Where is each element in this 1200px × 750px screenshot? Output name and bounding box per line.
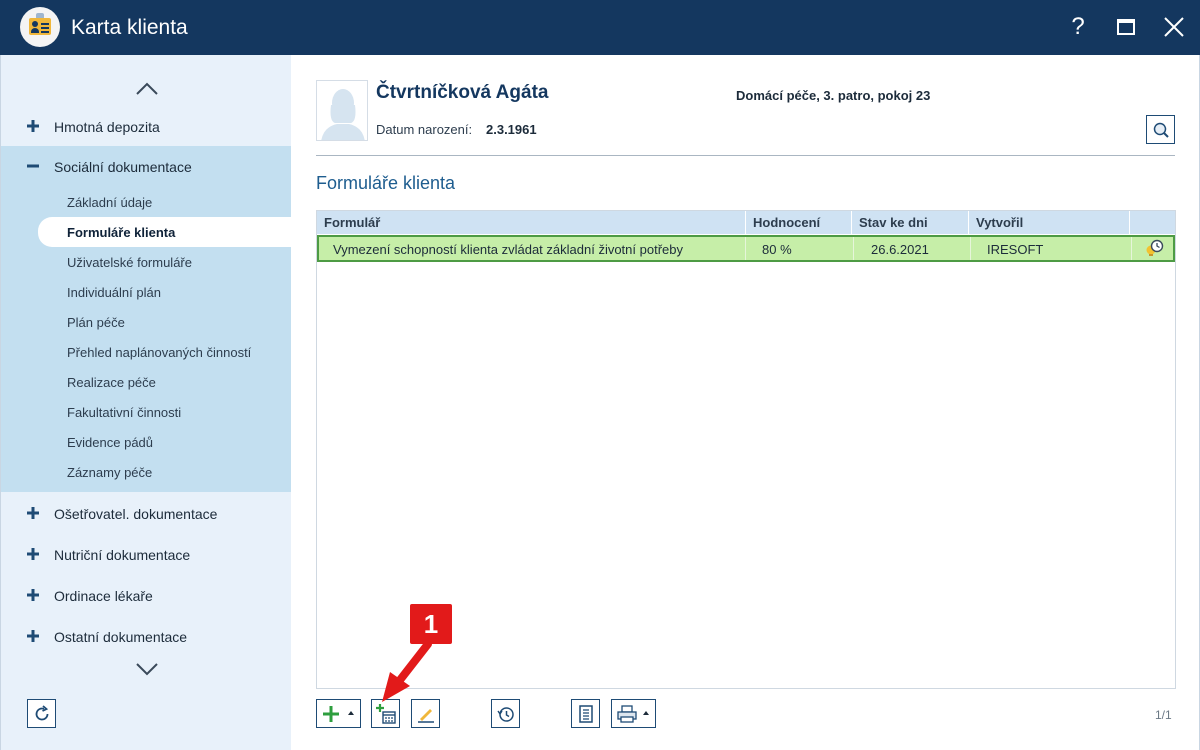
sidebar-item-label: Formuláře klienta: [67, 225, 176, 240]
column-header-stav-ke-dni[interactable]: Stav ke dni: [852, 211, 969, 234]
sidebar: Hmotná depozita Sociální dokumentace Zák…: [0, 55, 292, 750]
cell-form: Vymezení schopností klienta zvládat zákl…: [319, 237, 746, 260]
add-button[interactable]: [316, 699, 361, 728]
cell-rating: 80 %: [746, 237, 854, 260]
sidebar-item-individualni-plan[interactable]: Individuální plán: [1, 277, 292, 307]
history-button[interactable]: [491, 699, 520, 728]
scroll-down-button[interactable]: [134, 659, 160, 679]
title-bar: Karta klienta ?: [0, 0, 1200, 55]
refresh-button[interactable]: [27, 699, 56, 728]
sidebar-section-ostatni-dokumentace[interactable]: Ostatní dokumentace: [1, 616, 292, 656]
sidebar-item-label: Uživatelské formuláře: [67, 255, 192, 270]
callout-number: 1: [410, 604, 452, 644]
history-clock-icon: [496, 706, 514, 722]
table-row[interactable]: Vymezení schopností klienta zvládat zákl…: [317, 235, 1175, 262]
client-location: Domácí péče, 3. patro, pokoj 23: [736, 88, 931, 103]
plus-icon: [27, 630, 39, 642]
sidebar-section-label: Ostatní dokumentace: [54, 629, 188, 645]
client-photo: [316, 80, 368, 141]
sidebar-section-ordinace-lekare[interactable]: Ordinace lékaře: [1, 575, 292, 615]
document-icon: [578, 704, 593, 723]
sidebar-section-hmotna-depozita[interactable]: Hmotná depozita: [1, 106, 292, 146]
person-silhouette-icon: [321, 89, 365, 140]
window-title: Karta klienta: [71, 16, 188, 39]
sidebar-item-label: Plán péče: [67, 315, 125, 330]
section-title: Formuláře klienta: [316, 173, 456, 193]
maximize-icon: [1117, 19, 1135, 35]
column-header-formular[interactable]: Formulář: [317, 211, 746, 234]
sidebar-item-label: Záznamy péče: [67, 465, 153, 480]
plus-icon: [27, 548, 39, 560]
sidebar-item-label: Základní údaje: [67, 195, 153, 210]
sidebar-item-evidence-padu[interactable]: Evidence pádů: [1, 427, 292, 457]
scroll-up-button[interactable]: [134, 79, 160, 99]
plus-icon: [27, 507, 39, 519]
sidebar-item-realizace-pece[interactable]: Realizace péče: [1, 367, 292, 397]
history-lightbulb-icon[interactable]: [1144, 239, 1164, 257]
chevron-down-icon: [136, 663, 158, 676]
sidebar-section-label: Ošetřovatel. dokumentace: [54, 506, 218, 522]
plus-icon: [27, 120, 39, 132]
sidebar-subpanel: Základní údaje Formuláře klienta Uživate…: [1, 186, 292, 492]
cell-author: IRESOFT: [971, 237, 1132, 260]
callout-arrow: [382, 640, 432, 702]
printer-icon: [617, 704, 637, 723]
sidebar-item-label: Realizace péče: [67, 375, 156, 390]
sidebar-item-label: Individuální plán: [67, 285, 161, 300]
sidebar-item-zakladni-udaje[interactable]: Základní údaje: [1, 187, 292, 217]
document-button[interactable]: [571, 699, 600, 728]
plus-icon: [323, 705, 339, 722]
sidebar-section-label: Sociální dokumentace: [54, 159, 192, 175]
close-icon: [1164, 17, 1184, 37]
close-button[interactable]: [1157, 10, 1191, 44]
caret-up-icon: [348, 711, 354, 715]
help-button[interactable]: ?: [1061, 10, 1095, 44]
column-header-hodnoceni[interactable]: Hodnocení: [746, 211, 852, 234]
sidebar-section-label: Nutriční dokumentace: [54, 547, 191, 563]
sidebar-section-nutricni-dokumentace[interactable]: Nutriční dokumentace: [1, 534, 292, 574]
print-button[interactable]: [611, 699, 656, 728]
sidebar-item-formulare-klienta[interactable]: Formuláře klienta: [38, 217, 292, 247]
column-header-actions: [1130, 211, 1175, 234]
header-divider: [316, 155, 1175, 156]
sidebar-item-plan-pece[interactable]: Plán péče: [1, 307, 292, 337]
dob-label: Datum narození:: [376, 122, 473, 137]
sidebar-section-osetrovatel-dokumentace[interactable]: Ošetřovatel. dokumentace: [1, 493, 292, 533]
sidebar-item-label: Přehled naplánovaných činností: [67, 345, 252, 360]
maximize-button[interactable]: [1109, 10, 1143, 44]
sidebar-section-label: Hmotná depozita: [54, 119, 160, 135]
refresh-icon: [35, 704, 48, 720]
chevron-up-icon: [136, 82, 158, 95]
sidebar-item-zaznamy-pece[interactable]: Záznamy péče: [1, 457, 292, 487]
plus-icon: [27, 589, 39, 601]
caret-up-icon: [643, 711, 649, 715]
sidebar-section-socialni-dokumentace[interactable]: Sociální dokumentace: [1, 146, 292, 186]
sidebar-item-label: Evidence pádů: [67, 435, 154, 450]
table-header: Formulář Hodnocení Stav ke dni Vytvořil: [317, 211, 1175, 234]
dob-value: 2.3.1961: [486, 122, 537, 137]
sidebar-item-uzivatelske-formulare[interactable]: Uživatelské formuláře: [1, 247, 292, 277]
sidebar-section-label: Ordinace lékaře: [54, 588, 153, 604]
sidebar-item-label: Fakultativní činnosti: [67, 405, 182, 420]
sidebar-item-fakultativni-cinnosti[interactable]: Fakultativní činnosti: [1, 397, 292, 427]
search-button[interactable]: [1146, 115, 1175, 144]
page-indicator: 1/1: [1155, 708, 1172, 722]
cell-date: 26.6.2021: [854, 237, 971, 260]
sidebar-item-prehled-naplanovanych-cinnosti[interactable]: Přehled naplánovaných činností: [1, 337, 292, 367]
search-icon: [1153, 122, 1169, 138]
client-name: Čtvrtníčková Agáta: [376, 82, 549, 103]
client-card-icon: [20, 7, 60, 47]
minus-icon: [27, 164, 39, 168]
column-header-vytvoril[interactable]: Vytvořil: [969, 211, 1130, 234]
